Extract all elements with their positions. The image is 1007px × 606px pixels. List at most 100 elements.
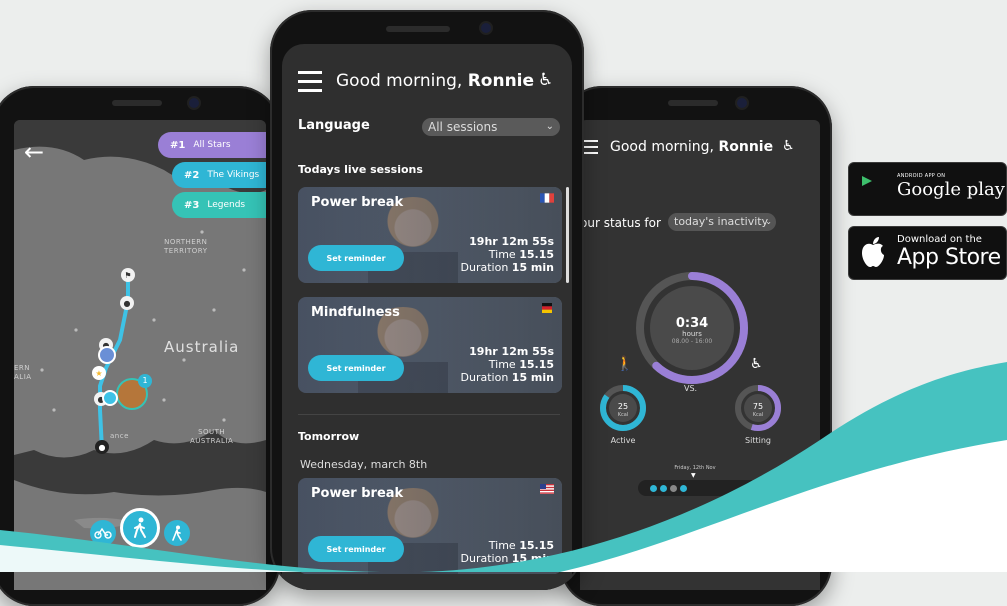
session-duration: 15 min — [511, 552, 554, 565]
big-range: 08.00 - 16:00 — [671, 338, 713, 345]
time-label: Time — [488, 248, 516, 261]
sitting-label: Sitting — [745, 436, 771, 445]
day-dot[interactable] — [670, 484, 677, 492]
walk-icon: 🚶 — [616, 356, 634, 372]
chip-rank: #1 — [170, 139, 186, 151]
flag-icon[interactable]: ⚑ — [121, 268, 135, 282]
bike-mode-button[interactable] — [90, 520, 116, 546]
set-reminder-button[interactable]: Set reminder — [308, 245, 404, 271]
map-screen: ← #1 All Stars #2 The Vikings #3 Legends… — [14, 120, 266, 590]
day-dot[interactable] — [660, 484, 667, 492]
run-mode-button[interactable] — [164, 520, 190, 546]
big-value: 0:34 — [675, 316, 709, 331]
day-selector[interactable] — [638, 480, 758, 496]
session-title: Power break — [311, 486, 404, 501]
label-south-australia: SOUTH AUSTRALIA — [190, 428, 234, 445]
active-label: Active — [610, 436, 636, 445]
leaderboard-chip-2[interactable]: #2 The Vikings — [172, 162, 266, 188]
active-unit: Kcal — [617, 412, 629, 418]
inactivity-ring — [600, 272, 781, 431]
label-australia: Australia — [164, 338, 240, 356]
greeting-text: Good morning, — [610, 139, 719, 155]
leaderboard-chip-1[interactable]: #1 All Stars — [158, 132, 266, 158]
avatar[interactable] — [98, 346, 116, 364]
sessions-phone: Good morning, Ronnie ♿ Language All sess… — [270, 10, 584, 590]
scrollbar[interactable] — [566, 187, 569, 283]
greeting: Good morning, Ronnie — [336, 71, 534, 91]
sitting-icon: ♿ — [750, 356, 763, 372]
session-filter-select[interactable]: All sessions ⌄ — [422, 118, 560, 136]
germany-flag-icon — [542, 303, 552, 313]
time-label: Time — [488, 539, 516, 552]
set-reminder-button[interactable]: Set reminder — [308, 355, 404, 381]
session-duration: 15 min — [511, 261, 554, 274]
menu-icon[interactable] — [584, 140, 598, 154]
session-time: 15.15 — [519, 248, 554, 261]
greeting-text: Good morning, — [336, 71, 468, 91]
sitting-value: 75 — [752, 402, 764, 411]
session-card[interactable]: Power break Set reminder Time 15.15 Dura… — [298, 478, 562, 574]
status-phone: Good morning, Ronnie ♿ our status for to… — [560, 86, 832, 606]
usa-flag-icon — [540, 484, 554, 494]
google-play-badge[interactable]: ANDROID APP ON Google play — [848, 162, 1007, 216]
time-label: Time — [488, 358, 516, 371]
today-heading: Todays live sessions — [298, 163, 423, 176]
france-flag-icon — [540, 193, 554, 203]
tomorrow-date: Wednesday, march 8th — [300, 458, 428, 471]
star-pin-icon[interactable]: ★ — [92, 366, 106, 380]
map-phone: ← #1 All Stars #2 The Vikings #3 Legends… — [0, 86, 280, 606]
walk-mode-button[interactable] — [120, 508, 160, 548]
app-store-badge[interactable]: Download on the App Store — [848, 226, 1007, 280]
menu-icon[interactable] — [298, 71, 322, 92]
back-arrow-icon[interactable]: ← — [24, 140, 44, 164]
label-west-partial: ERN ALIA — [14, 364, 32, 381]
chevron-down-icon: ⌄ — [545, 121, 554, 132]
chevron-down-icon: ⌄ — [765, 217, 772, 226]
apple-icon — [862, 237, 884, 267]
filter-value: All sessions — [428, 120, 498, 134]
status-screen: Good morning, Ronnie ♿ our status for to… — [580, 120, 820, 590]
sitting-unit: Kcal — [752, 412, 764, 418]
google-play-icon — [862, 176, 872, 186]
sitting-person-icon: ♿ — [538, 70, 554, 90]
session-card[interactable]: Mindfulness Set reminder 19hr 12m 55s Ti… — [298, 297, 562, 393]
run-icon — [172, 525, 182, 541]
duration-label: Duration — [460, 552, 509, 565]
google-big-text: Google play — [897, 179, 1005, 200]
active-mode-label: Walk — [130, 550, 147, 558]
status-filter-value: today's inactivity — [674, 215, 769, 228]
label-place: ance — [110, 432, 129, 440]
session-meta: 19hr 12m 55s Time 15.15 Duration 15 min — [461, 235, 554, 274]
bike-icon — [94, 527, 112, 539]
status-filter-select[interactable]: today's inactivity ⌄ — [668, 213, 776, 231]
active-value: 25 — [617, 402, 629, 411]
apple-big-text: App Store — [897, 245, 1001, 270]
duration-label: Duration — [460, 261, 509, 274]
greeting: Good morning, Ronnie — [610, 139, 773, 155]
big-unit: hours — [682, 330, 702, 338]
session-time: 15.15 — [519, 358, 554, 371]
status-prefix: our status for — [580, 216, 661, 230]
user-name: Ronnie — [467, 71, 535, 91]
session-title: Mindfulness — [311, 305, 400, 320]
leaderboard-chip-3[interactable]: #3 Legends — [172, 192, 266, 218]
chip-team: Legends — [207, 200, 246, 210]
day-dot[interactable] — [650, 484, 657, 492]
lock-icon[interactable]: ● — [120, 296, 134, 310]
chip-team: The Vikings — [207, 170, 260, 180]
walker-pin-icon[interactable]: ● — [95, 440, 109, 454]
duration-label: Duration — [460, 371, 509, 384]
session-card[interactable]: Power break Set reminder 19hr 12m 55s Ti… — [298, 187, 562, 283]
chip-team: All Stars — [193, 140, 231, 150]
set-reminder-button[interactable]: Set reminder — [308, 536, 404, 562]
marker-count-badge: 1 — [138, 374, 152, 388]
label-northern-territory: NORTHERN TERRITORY — [164, 238, 208, 255]
day-dot[interactable] — [680, 484, 687, 492]
vs-label: VS. — [684, 384, 698, 393]
date-pointer-icon: ▼ — [691, 472, 696, 479]
current-position-marker[interactable] — [102, 390, 118, 406]
session-countdown: 19hr 12m 55s — [469, 235, 554, 248]
walk-icon — [134, 517, 146, 538]
sessions-screen: Good morning, Ronnie ♿ Language All sess… — [282, 44, 572, 590]
session-meta: Time 15.15 Duration 15 min — [461, 539, 554, 565]
